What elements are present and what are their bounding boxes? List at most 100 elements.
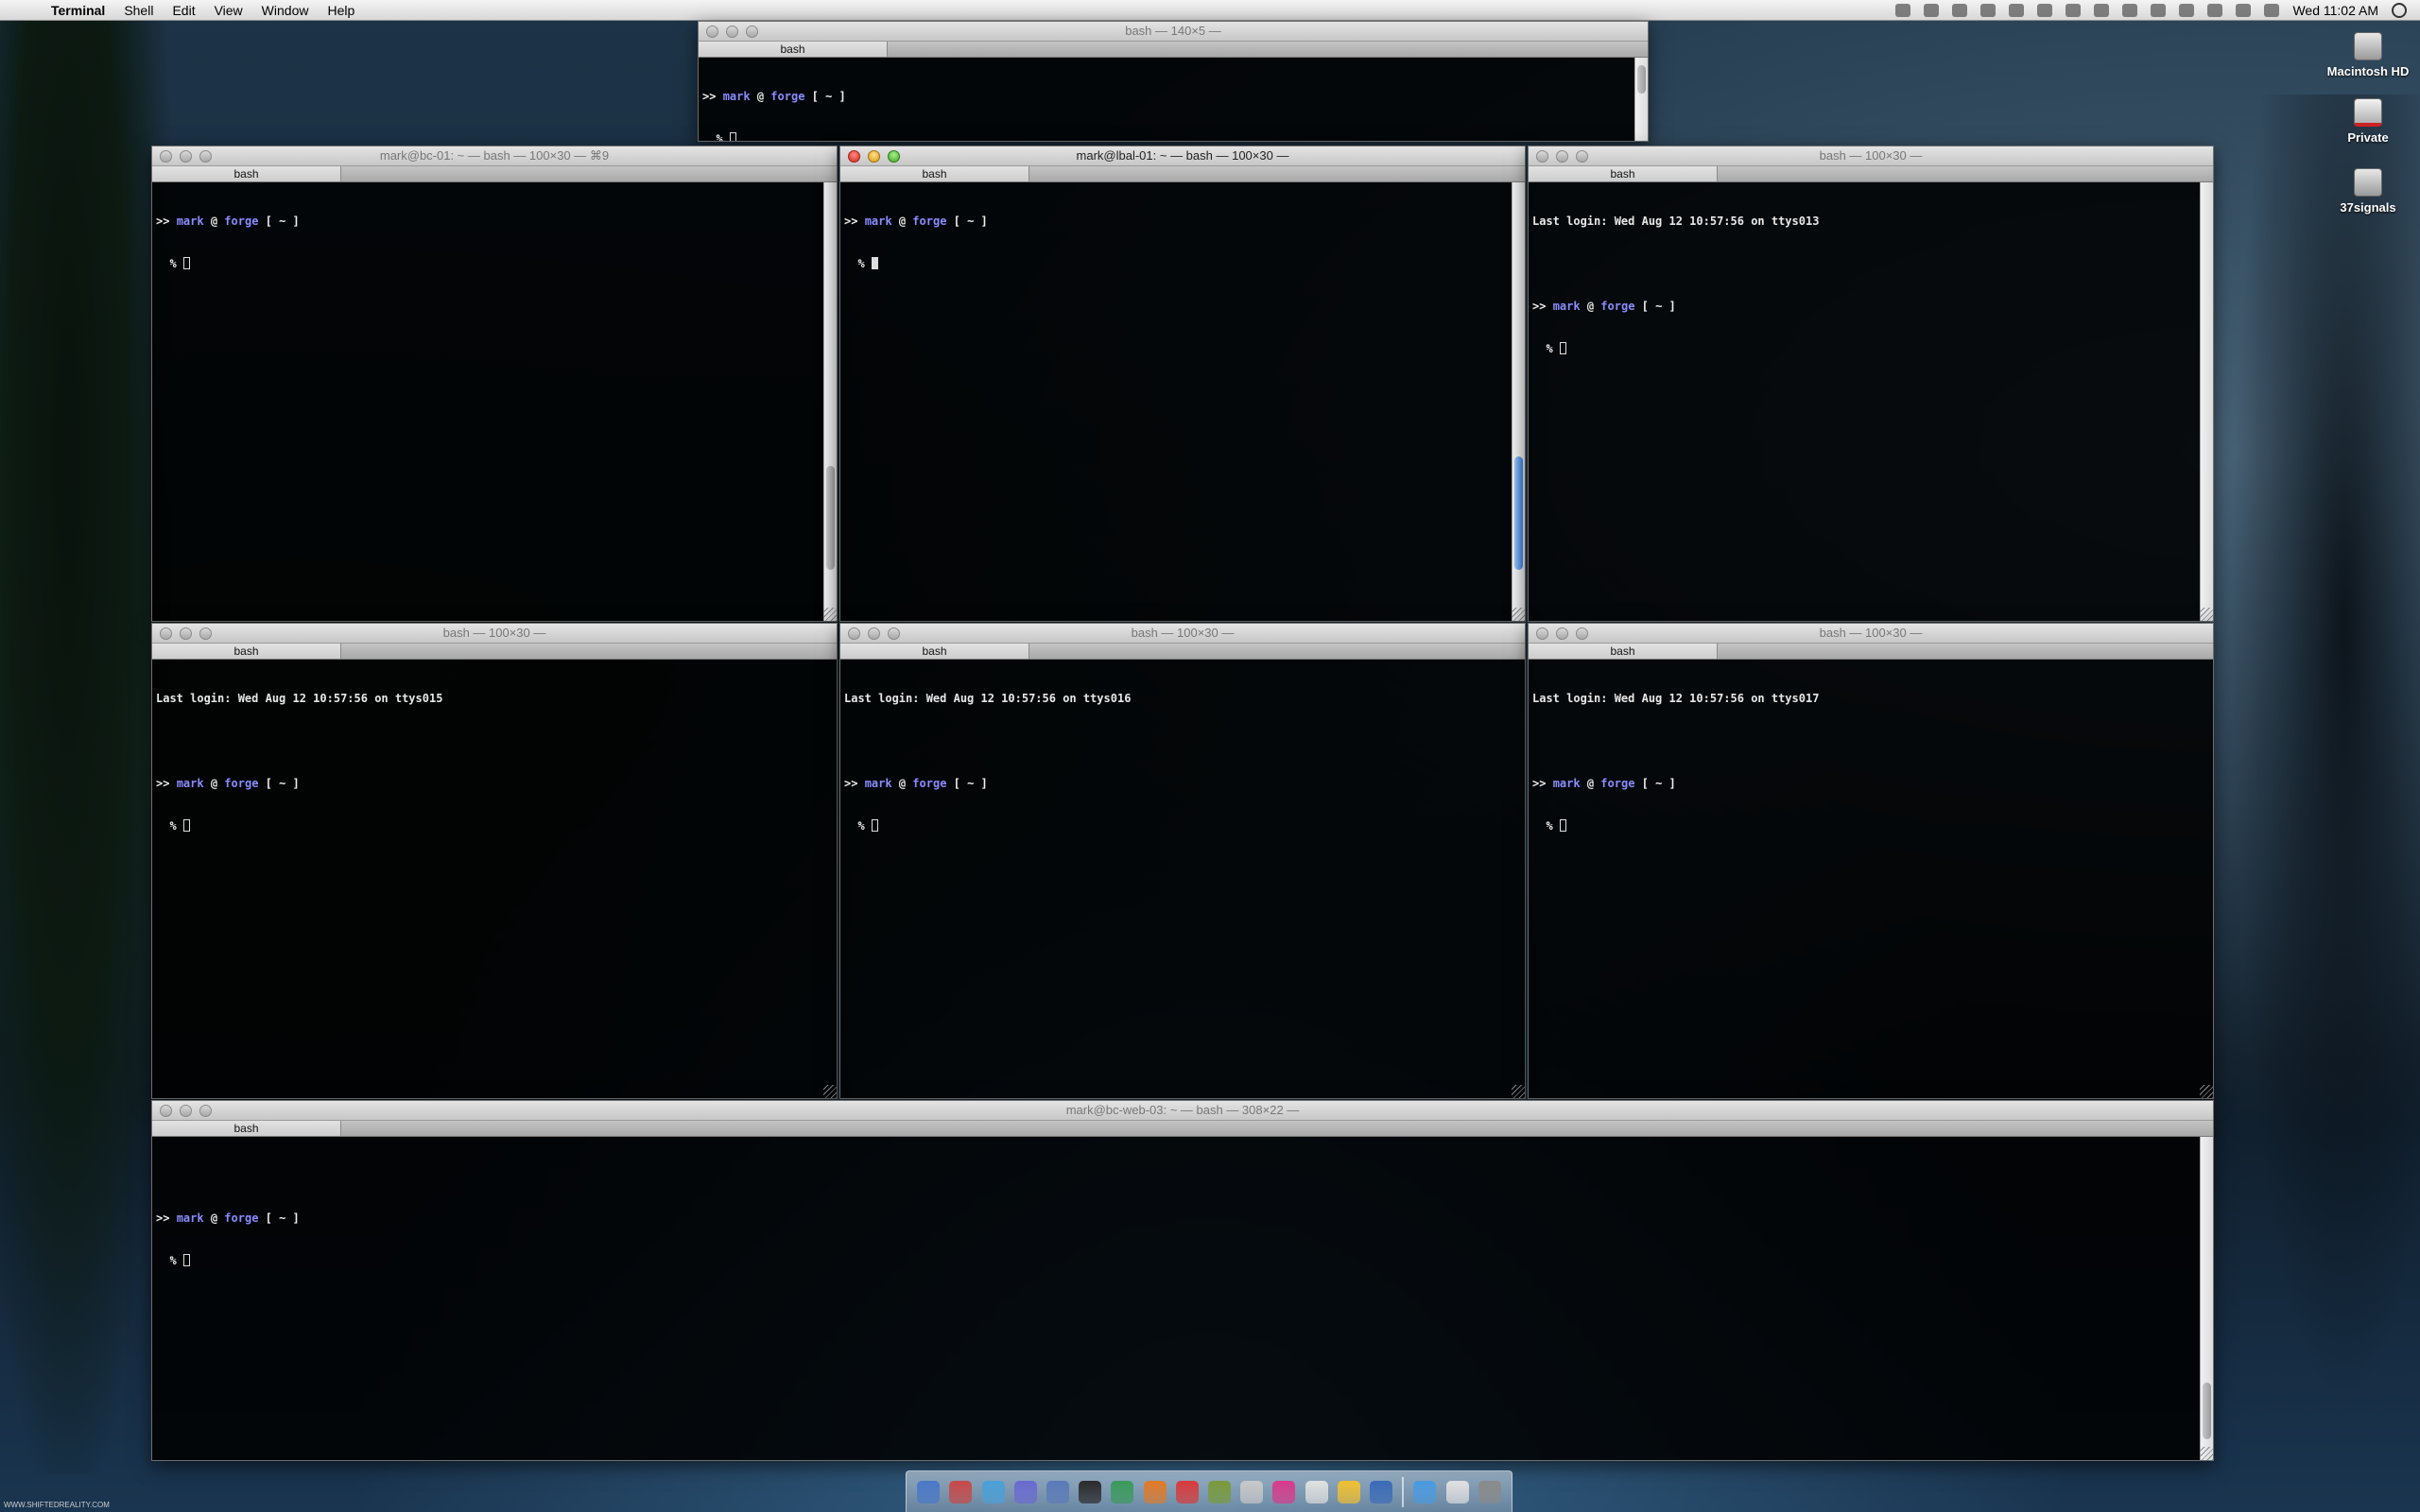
script-icon[interactable] bbox=[1924, 3, 1940, 17]
refresh-icon[interactable] bbox=[2179, 3, 2195, 17]
dock-app-icon[interactable] bbox=[1413, 1480, 1437, 1503]
close-button[interactable] bbox=[848, 627, 860, 640]
zoom-button[interactable] bbox=[199, 149, 212, 163]
terminal-content[interactable]: Last login: Wed Aug 12 10:57:56 on ttys0… bbox=[152, 660, 837, 1098]
scroll-thumb[interactable] bbox=[2203, 1383, 2211, 1439]
terminal-window-ttys015[interactable]: bash — 100×30 — bash Last login: Wed Aug… bbox=[151, 623, 838, 1099]
tab-bash[interactable]: bash bbox=[152, 644, 341, 659]
scrollbar[interactable] bbox=[1634, 58, 1648, 141]
minimize-button[interactable] bbox=[1556, 149, 1568, 163]
binoculars-icon[interactable] bbox=[2094, 3, 2110, 17]
menu-view[interactable]: View bbox=[205, 3, 252, 18]
window-titlebar[interactable]: bash — 100×30 — bbox=[152, 624, 837, 643]
terminal-window-ttys017[interactable]: bash — 100×30 — bash Last login: Wed Aug… bbox=[1528, 623, 2214, 1099]
terminal-window-lbal-01[interactable]: mark@lbal-01: ~ — bash — 100×30 — bash >… bbox=[839, 146, 1526, 622]
terminal-content[interactable]: Last login: Wed Aug 12 10:57:56 on ttys0… bbox=[1529, 660, 2213, 1098]
minimize-button[interactable] bbox=[180, 149, 192, 163]
window-titlebar[interactable]: bash — 100×30 — bbox=[1529, 146, 2213, 165]
network-icon[interactable] bbox=[2066, 3, 2082, 17]
window-titlebar[interactable]: mark@lbal-01: ~ — bash — 100×30 — bbox=[840, 146, 1525, 165]
terminal-content[interactable]: >> mark @ forge [ ~ ] % bbox=[699, 58, 1648, 141]
scrollbar[interactable] bbox=[2200, 182, 2213, 621]
desktop-icon-private[interactable]: Private bbox=[2316, 98, 2420, 145]
tab-bash[interactable]: bash bbox=[152, 166, 341, 181]
growl-icon[interactable] bbox=[1952, 3, 1968, 17]
dock-app-icon[interactable] bbox=[1337, 1480, 1360, 1503]
close-button[interactable] bbox=[1536, 149, 1548, 163]
terminal-window-bc-01[interactable]: mark@bc-01: ~ — bash — 100×30 — ⌘9 bash … bbox=[151, 146, 838, 622]
dock-app-icon[interactable] bbox=[1478, 1480, 1501, 1503]
terminal-content[interactable]: Last login: Wed Aug 12 10:57:56 on ttys0… bbox=[840, 660, 1525, 1098]
tab-bash[interactable]: bash bbox=[840, 166, 1029, 181]
dock-app-icon[interactable] bbox=[981, 1480, 1005, 1503]
dock-app-icon[interactable] bbox=[1111, 1480, 1134, 1503]
lock-icon[interactable] bbox=[2037, 3, 2053, 17]
scrollbar[interactable] bbox=[2200, 1137, 2213, 1460]
minimize-button[interactable] bbox=[726, 25, 738, 38]
dock-app-icon[interactable] bbox=[1013, 1480, 1037, 1503]
tab-bash[interactable]: bash bbox=[840, 644, 1029, 659]
minimize-button[interactable] bbox=[1556, 627, 1568, 640]
zoom-button[interactable] bbox=[1576, 149, 1588, 163]
resize-handle[interactable] bbox=[823, 608, 837, 621]
terminal-window-ttys016[interactable]: bash — 100×30 — bash Last login: Wed Aug… bbox=[839, 623, 1526, 1099]
dock-app-icon[interactable] bbox=[1046, 1480, 1069, 1503]
resize-handle[interactable] bbox=[2200, 1085, 2213, 1098]
dock-app-icon[interactable] bbox=[1079, 1480, 1102, 1503]
terminal-content[interactable]: >> mark @ forge [ ~ ] % bbox=[152, 1137, 2213, 1460]
window-titlebar[interactable]: bash — 140×5 — bbox=[699, 22, 1648, 41]
close-button[interactable] bbox=[160, 1104, 172, 1117]
menu-edit[interactable]: Edit bbox=[163, 3, 204, 18]
tab-bash[interactable]: bash bbox=[1529, 166, 1718, 181]
timemachine-icon[interactable] bbox=[1895, 3, 1911, 17]
dock-app-icon[interactable] bbox=[1207, 1480, 1231, 1503]
window-titlebar[interactable]: bash — 100×30 — bbox=[1529, 624, 2213, 643]
resize-handle[interactable] bbox=[2200, 1447, 2213, 1460]
zoom-button[interactable] bbox=[199, 1104, 212, 1117]
minimize-button[interactable] bbox=[868, 627, 880, 640]
tab-bash[interactable]: bash bbox=[1529, 644, 1718, 659]
dock-app-icon[interactable] bbox=[917, 1480, 941, 1503]
tab-bash[interactable]: bash bbox=[699, 42, 888, 57]
dock-app-icon[interactable] bbox=[1143, 1480, 1167, 1503]
terminal-content[interactable]: >> mark @ forge [ ~ ] % bbox=[840, 182, 1525, 621]
scroll-thumb[interactable] bbox=[826, 466, 835, 570]
scroll-thumb[interactable] bbox=[1637, 65, 1646, 94]
menu-window[interactable]: Window bbox=[252, 3, 319, 18]
menu-help[interactable]: Help bbox=[318, 3, 364, 18]
display-icon[interactable] bbox=[2009, 3, 2025, 17]
sync-icon[interactable] bbox=[1980, 3, 1996, 17]
desktop-icon-macintosh-hd[interactable]: Macintosh HD bbox=[2316, 32, 2420, 78]
resize-handle[interactable] bbox=[2200, 608, 2213, 621]
dock-app-icon[interactable] bbox=[1445, 1480, 1469, 1503]
terminal-window-top[interactable]: bash — 140×5 — bash >> mark @ forge [ ~ … bbox=[698, 21, 1649, 142]
dock-app-icon[interactable] bbox=[1272, 1480, 1296, 1503]
window-titlebar[interactable]: bash — 100×30 — bbox=[840, 624, 1525, 643]
bluetooth-icon[interactable] bbox=[2207, 3, 2223, 17]
terminal-window-bc-web-03[interactable]: mark@bc-web-03: ~ — bash — 308×22 — bash… bbox=[151, 1100, 2214, 1461]
close-button[interactable] bbox=[160, 149, 172, 163]
dock-app-icon[interactable] bbox=[1369, 1480, 1392, 1503]
minimize-button[interactable] bbox=[868, 149, 880, 163]
terminal-window-ttys013[interactable]: bash — 100×30 — bash Last login: Wed Aug… bbox=[1528, 146, 2214, 622]
tab-bash[interactable]: bash bbox=[152, 1121, 341, 1136]
zoom-button[interactable] bbox=[746, 25, 758, 38]
dock-app-icon[interactable] bbox=[1305, 1480, 1328, 1503]
scrollbar[interactable] bbox=[1512, 182, 1525, 621]
dock-app-icon[interactable] bbox=[1175, 1480, 1199, 1503]
close-button[interactable] bbox=[160, 627, 172, 640]
scroll-thumb[interactable] bbox=[1514, 456, 1523, 570]
minimize-button[interactable] bbox=[180, 1104, 192, 1117]
menu-clock[interactable]: Wed 11:02 AM bbox=[2292, 3, 2378, 18]
volume-icon[interactable] bbox=[2264, 3, 2280, 17]
zoom-button[interactable] bbox=[888, 627, 900, 640]
dock-app-icon[interactable] bbox=[1240, 1480, 1264, 1503]
minimize-button[interactable] bbox=[180, 627, 192, 640]
menu-app-terminal[interactable]: Terminal bbox=[42, 3, 114, 18]
terminal-content[interactable]: >> mark @ forge [ ~ ] % bbox=[152, 182, 837, 621]
zoom-button[interactable] bbox=[888, 149, 900, 163]
window-titlebar[interactable]: mark@bc-web-03: ~ — bash — 308×22 — bbox=[152, 1101, 2213, 1120]
window-titlebar[interactable]: mark@bc-01: ~ — bash — 100×30 — ⌘9 bbox=[152, 146, 837, 165]
terminal-content[interactable]: Last login: Wed Aug 12 10:57:56 on ttys0… bbox=[1529, 182, 2213, 621]
zoom-button[interactable] bbox=[199, 627, 212, 640]
